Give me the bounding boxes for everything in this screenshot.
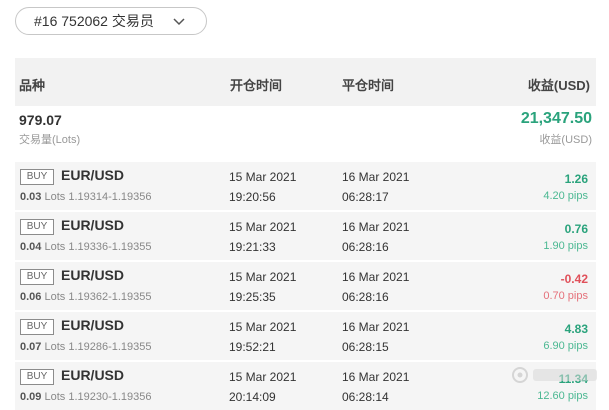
total-volume: 979.07: [19, 112, 62, 128]
trade-open-time: 19:20:56: [229, 190, 276, 204]
trade-close-time: 06:28:17: [342, 190, 389, 204]
trade-symbol: EUR/USD: [61, 167, 125, 183]
trade-lots: 0.07: [20, 341, 42, 353]
trade-close-date: 16 Mar 2021: [342, 320, 410, 334]
trade-open-time: 20:14:09: [229, 390, 276, 404]
trade-open-time: 19:21:33: [229, 240, 276, 254]
trade-pips: 12.60 pips: [537, 390, 588, 402]
trade-close-time: 06:28:14: [342, 390, 389, 404]
trade-price-range: Lots 1.19286-1.19355: [41, 341, 152, 353]
trade-open-date: 15 Mar 2021: [229, 220, 297, 234]
trade-open-date: 15 Mar 2021: [229, 270, 297, 284]
trade-lots: 0.09: [20, 391, 42, 403]
trade-lots-line: 0.03 Lots 1.19314-1.19356: [20, 191, 152, 203]
trade-profit: -0.42: [560, 272, 588, 286]
trade-lots: 0.06: [20, 291, 42, 303]
trade-lots: 0.04: [20, 241, 42, 253]
chevron-down-icon: [173, 18, 185, 26]
total-profit-label: 收益(USD): [539, 134, 592, 146]
trade-price-range: Lots 1.19230-1.19356: [41, 391, 152, 403]
trade-profit: 1.26: [564, 172, 588, 186]
trader-selector-label: #16 752062 交易员: [34, 13, 154, 29]
trader-selector[interactable]: #16 752062 交易员: [15, 7, 207, 35]
trade-close-date: 16 Mar 2021: [342, 170, 410, 184]
column-header-open-time: 开仓时间: [230, 78, 283, 93]
trade-close-time: 06:28:16: [342, 240, 389, 254]
trade-symbol: EUR/USD: [61, 217, 125, 233]
trade-side-badge: BUY: [20, 169, 54, 185]
column-header-profit: 收益(USD): [527, 78, 590, 93]
trade-symbol: EUR/USD: [61, 367, 125, 383]
watermark-logo-icon: [512, 367, 597, 383]
trade-close-date: 16 Mar 2021: [342, 270, 410, 284]
trade-open-time: 19:25:35: [229, 290, 276, 304]
trade-close-time: 06:28:16: [342, 290, 389, 304]
trade-symbol: EUR/USD: [61, 267, 125, 283]
trade-symbol: EUR/USD: [61, 317, 125, 333]
trade-pips: 6.90 pips: [543, 340, 588, 352]
trade-lots-line: 0.04 Lots 1.19336-1.19355: [20, 241, 152, 253]
trade-lots: 0.03: [20, 191, 42, 203]
trade-row[interactable]: BUY EUR/USD 0.07 Lots 1.19286-1.19355 15 Ma…: [15, 312, 596, 360]
trade-side-badge: BUY: [20, 269, 54, 285]
column-header-close-time: 平仓时间: [342, 78, 395, 93]
trade-pips: 0.70 pips: [543, 290, 588, 302]
total-volume-label: 交易量(Lots): [19, 134, 81, 146]
trade-open-date: 15 Mar 2021: [229, 320, 297, 334]
trade-row[interactable]: BUY EUR/USD 0.06 Lots 1.19362-1.19355 15 Ma…: [15, 262, 596, 310]
trade-row[interactable]: BUY EUR/USD 0.03 Lots 1.19314-1.19356 15 Ma…: [15, 162, 596, 210]
trade-price-range: Lots 1.19362-1.19355: [41, 291, 152, 303]
trade-close-date: 16 Mar 2021: [342, 220, 410, 234]
total-profit: 21,347.50: [520, 110, 592, 127]
trade-profit: 4.83: [564, 322, 588, 336]
trade-pips: 4.20 pips: [543, 190, 588, 202]
table-header: 品种 开仓时间 平仓时间 收益(USD): [15, 58, 596, 106]
summary-row: 979.07 交易量(Lots) 21,347.50 收益(USD): [15, 106, 596, 156]
trade-price-range: Lots 1.19314-1.19356: [41, 191, 152, 203]
trade-side-badge: BUY: [20, 319, 54, 335]
trade-close-time: 06:28:15: [342, 340, 389, 354]
trade-lots-line: 0.06 Lots 1.19362-1.19355: [20, 291, 152, 303]
trade-lots-line: 0.09 Lots 1.19230-1.19356: [20, 391, 152, 403]
trade-open-date: 15 Mar 2021: [229, 370, 297, 384]
trade-side-badge: BUY: [20, 219, 54, 235]
trade-row[interactable]: BUY EUR/USD 0.09 Lots 1.19230-1.19356 15 Ma…: [15, 362, 596, 410]
column-header-instrument: 品种: [19, 78, 46, 93]
trade-open-time: 19:52:21: [229, 340, 276, 354]
trade-pips: 1.90 pips: [543, 240, 588, 252]
trade-close-date: 16 Mar 2021: [342, 370, 410, 384]
trade-lots-line: 0.07 Lots 1.19286-1.19355: [20, 341, 152, 353]
trade-profit: 0.76: [564, 222, 588, 236]
trade-side-badge: BUY: [20, 369, 54, 385]
trade-price-range: Lots 1.19336-1.19355: [41, 241, 152, 253]
trade-row[interactable]: BUY EUR/USD 0.04 Lots 1.19336-1.19355 15 Ma…: [15, 212, 596, 260]
trade-open-date: 15 Mar 2021: [229, 170, 297, 184]
